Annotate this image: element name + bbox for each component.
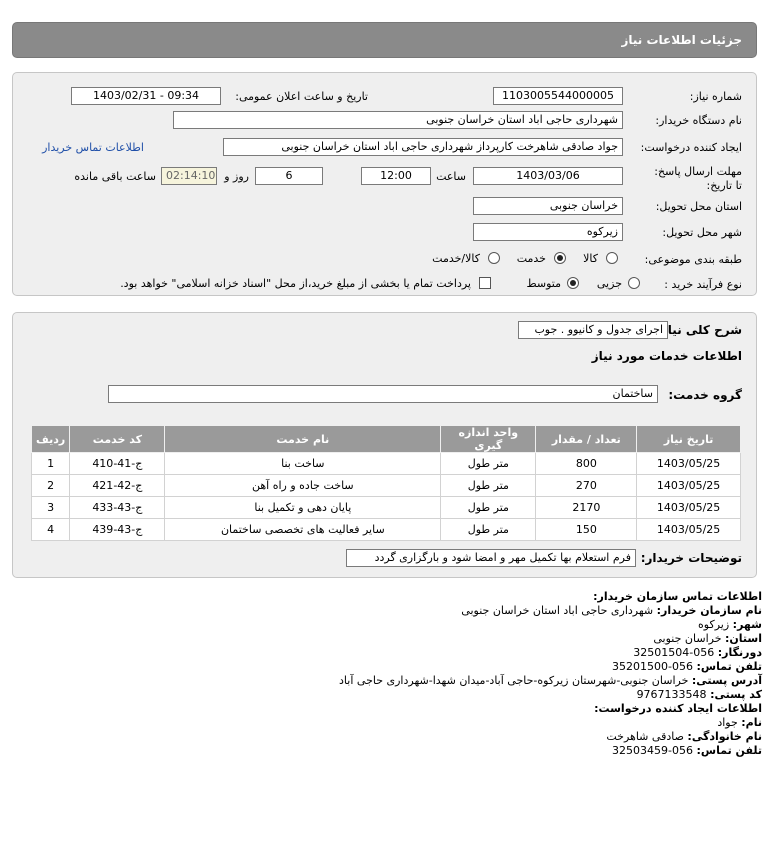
col-header-code: کد خدمت <box>69 425 166 453</box>
table-row: 4 ج-43-439 سایر فعالیت های تخصصی ساختمان… <box>30 518 741 541</box>
cell-date: 1403/05/25 <box>636 474 741 497</box>
table-row: 2 ج-42-421 ساخت جاده و راه آهن متر طول 2… <box>30 474 741 497</box>
cell-row: 4 <box>30 518 71 541</box>
creator-name: نام: جواد <box>717 716 762 729</box>
purchase-type-label: نوع فرآیند خرید : <box>664 278 742 291</box>
page-header: جزئیات اطلاعات نیاز <box>12 22 757 58</box>
deadline-time-label: ساعت <box>436 170 466 183</box>
buyer-notes-field: فرم استعلام بها تکمیل مهر و امضا شود و ب… <box>346 549 636 567</box>
deadline-date-field: 1403/03/06 <box>473 167 623 185</box>
summary-label: شرح کلی نیاز: <box>656 323 742 337</box>
deadline-label: مهلت ارسال پاسخ: تا تاریخ: <box>654 165 742 192</box>
category-radio-goods-service[interactable] <box>488 252 500 264</box>
cell-code: ج-42-421 <box>69 474 166 497</box>
service-group-label: گروه خدمت: <box>668 388 742 402</box>
purchase-radio-minor[interactable] <box>628 277 640 289</box>
col-header-quantity: تعداد / مقدار <box>535 425 638 453</box>
table-row: 3 ج-43-433 پایان دهی و تکمیل بنا متر طول… <box>30 496 741 519</box>
contact-title: اطلاعات تماس سازمان خریدار: <box>593 590 762 603</box>
category-label: طبقه بندی موضوعی: <box>644 253 742 266</box>
cell-code: ج-43-439 <box>69 518 166 541</box>
summary-field: اجرای جدول و کانیوو . جوب <box>518 321 668 339</box>
buyer-notes-label: توضیحات خریدار: <box>640 551 742 565</box>
announce-datetime-label: تاریخ و ساعت اعلان عمومی: <box>235 90 368 103</box>
contact-city: شهر: زیرکوه <box>698 618 762 631</box>
cell-quantity: 800 <box>535 452 638 475</box>
cell-quantity: 150 <box>535 518 638 541</box>
cell-date: 1403/05/25 <box>636 518 741 541</box>
purchase-option-medium: متوسط <box>526 277 561 290</box>
category-radio-service[interactable] <box>554 252 566 264</box>
services-title: اطلاعات خدمات مورد نیاز <box>591 349 742 363</box>
creator-phone: تلفن تماس: 056-32503459 <box>612 744 762 757</box>
table-header-row: ردیف کد خدمت نام خدمت واحد اندازه گیری ت… <box>30 425 741 453</box>
cell-code: ج-41-410 <box>69 452 166 475</box>
cell-quantity: 2170 <box>535 496 638 519</box>
cell-date: 1403/05/25 <box>636 496 741 519</box>
cell-unit: متر طول <box>440 518 537 541</box>
purchase-option-minor: جزیی <box>596 277 622 290</box>
deadline-time-field: 12:00 <box>361 167 431 185</box>
cell-unit: متر طول <box>440 474 537 497</box>
service-group-field: ساختمان <box>108 385 658 403</box>
buyer-org-field: شهرداری حاجی اباد استان خراسان جنوبی <box>173 111 623 129</box>
remaining-label: ساعت باقی مانده <box>74 170 156 183</box>
cell-row: 1 <box>30 452 71 475</box>
delivery-city-field: زیرکوه <box>473 223 623 241</box>
col-header-name: نام خدمت <box>164 425 442 453</box>
cell-name: سایر فعالیت های تخصصی ساختمان <box>164 518 442 541</box>
cell-quantity: 270 <box>535 474 638 497</box>
cell-name: ساخت جاده و راه آهن <box>164 474 442 497</box>
category-radio-goods[interactable] <box>606 252 618 264</box>
treasury-payment-checkbox[interactable] <box>479 277 491 289</box>
requester-field: جواد صادقی شاهرخت کارپرداز شهرداری حاجی … <box>223 138 623 156</box>
buyer-org-label: نام دستگاه خریدار: <box>655 114 742 127</box>
requester-label: ایجاد کننده درخواست: <box>640 141 742 154</box>
contact-postal-code: کد پستی: 9767133548 <box>636 688 762 701</box>
contact-fax: دورنگار: 056-32501504 <box>633 646 762 659</box>
category-option-goods: کالا <box>583 252 598 265</box>
delivery-province-field: خراسان جنوبی <box>473 197 623 215</box>
purchase-radio-medium[interactable] <box>567 277 579 289</box>
cell-unit: متر طول <box>440 496 537 519</box>
contact-org: نام سازمان خریدار: شهرداری حاجی اباد است… <box>461 604 762 617</box>
cell-date: 1403/05/25 <box>636 452 741 475</box>
cell-code: ج-43-433 <box>69 496 166 519</box>
announce-datetime-field: 1403/02/31 - 09:34 <box>71 87 221 105</box>
cell-row: 2 <box>30 474 71 497</box>
buyer-contact-link[interactable]: اطلاعات تماس خریدار <box>42 141 144 154</box>
cell-name: پایان دهی و تکمیل بنا <box>164 496 442 519</box>
need-number-label: شماره نیاز: <box>689 90 742 103</box>
col-header-date: تاریخ نیاز <box>636 425 741 453</box>
days-remaining-field: 6 <box>255 167 323 185</box>
category-option-service: خدمت <box>516 252 546 265</box>
contact-address: آدرس پستی: خراسان جنوبی-شهرستان زیرکوه-ح… <box>339 674 762 687</box>
col-header-unit: واحد اندازه گیری <box>440 425 537 453</box>
col-header-row: ردیف <box>30 425 71 453</box>
cell-unit: متر طول <box>440 452 537 475</box>
days-label: روز و <box>224 170 249 183</box>
services-table: ردیف کد خدمت نام خدمت واحد اندازه گیری ت… <box>30 425 741 541</box>
delivery-province-label: استان محل تحویل: <box>655 200 742 213</box>
cell-row: 3 <box>30 496 71 519</box>
page-title: جزئیات اطلاعات نیاز <box>621 33 742 47</box>
remaining-time-field: 02:14:10 <box>161 167 217 185</box>
treasury-payment-note: پرداخت تمام یا بخشی از مبلغ خرید،از محل … <box>120 277 471 290</box>
need-description-panel: شرح کلی نیاز: اجرای جدول و کانیوو . جوب … <box>12 312 757 578</box>
cell-name: ساخت بنا <box>164 452 442 475</box>
need-details-panel: شماره نیاز: 1103005544000005 تاریخ و ساع… <box>12 72 757 296</box>
table-row: 1 ج-41-410 ساخت بنا متر طول 800 1403/05/… <box>30 452 741 475</box>
contact-province: استان: خراسان جنوبی <box>653 632 762 645</box>
category-option-goods-service: کالا/خدمت <box>432 252 480 265</box>
creator-family: نام خانوادگی: صادقی شاهرخت <box>606 730 762 743</box>
creator-title: اطلاعات ایجاد کننده درخواست: <box>594 702 762 715</box>
need-number-field: 1103005544000005 <box>493 87 623 105</box>
delivery-city-label: شهر محل تحویل: <box>662 226 742 239</box>
contact-phone: تلفن تماس: 056-35201500 <box>612 660 762 673</box>
